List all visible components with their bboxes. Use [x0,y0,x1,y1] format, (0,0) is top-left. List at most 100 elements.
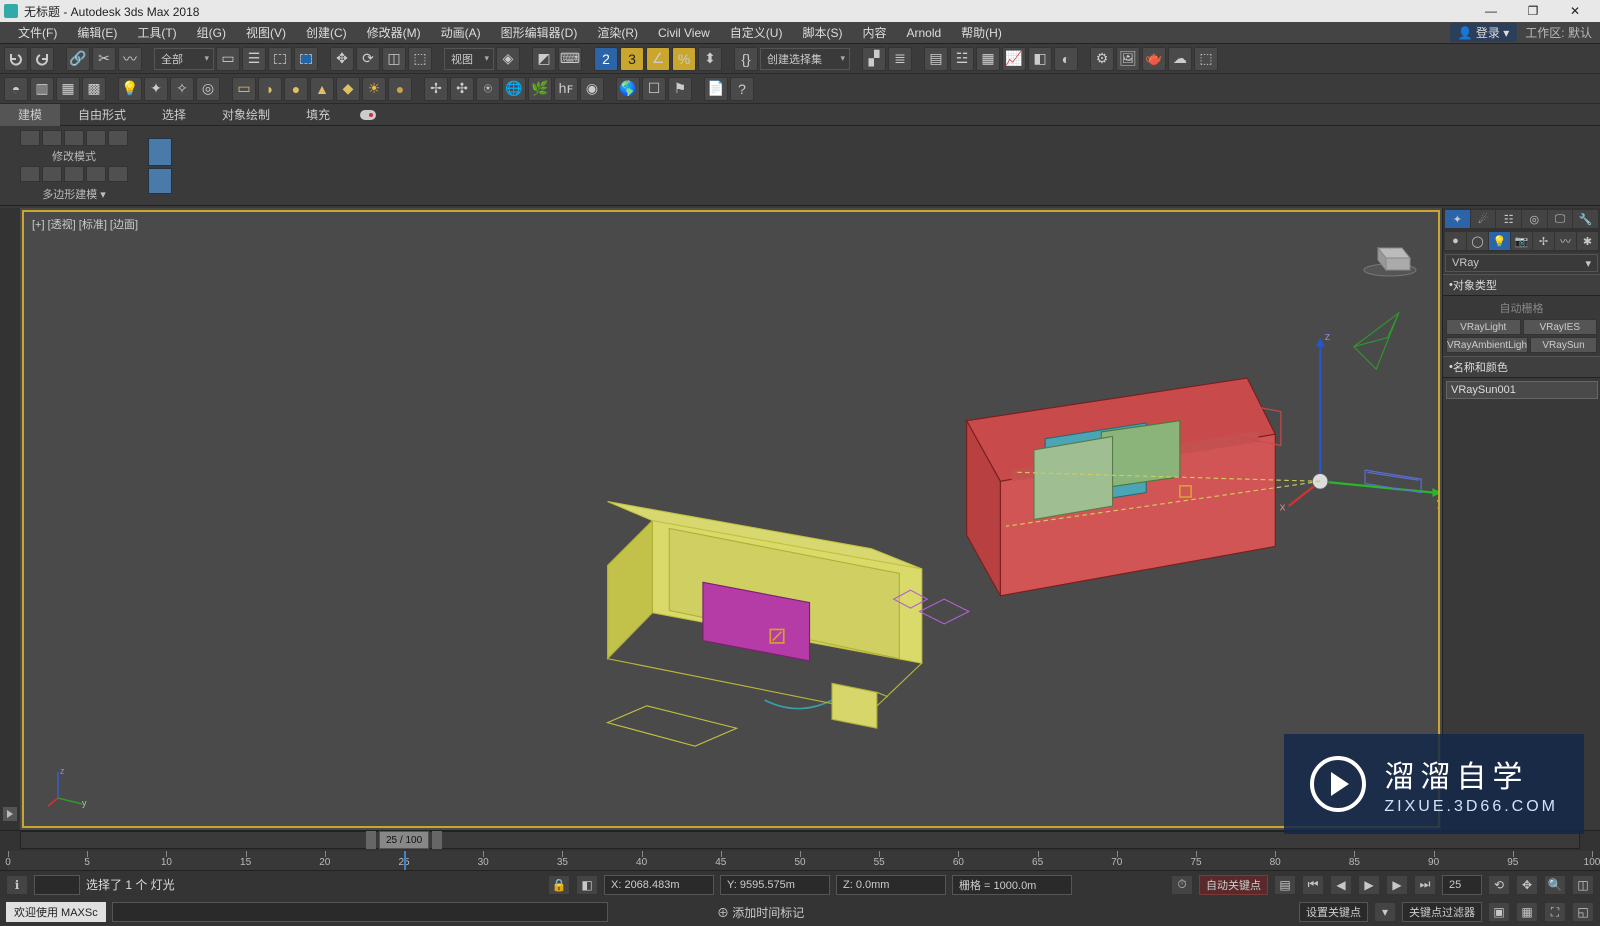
selection-filter-dropdown[interactable]: 全部 [154,48,214,70]
type-vraylight[interactable]: VRayLight [1446,319,1521,335]
cat-lights[interactable]: 💡 [1489,232,1510,250]
modify-tab[interactable]: ☄ [1471,210,1496,228]
spinner-snap-button[interactable]: ⬍ [698,47,722,71]
helper-a-icon[interactable]: ✢ [424,77,448,101]
window-crossing-button[interactable] [294,47,318,71]
menu-arnold[interactable]: Arnold [896,22,951,44]
hierarchy-tab[interactable]: ☷ [1496,210,1521,228]
nav-zoom-extents-icon[interactable]: ▣ [1488,902,1510,922]
key-filters-icon[interactable]: ▾ [1374,902,1396,922]
auto-grid-checkbox[interactable]: 自动栅格 [1446,299,1597,317]
move-button[interactable]: ✥ [330,47,354,71]
angle-snap-button[interactable]: ∠ [646,47,670,71]
vray-light-b-icon[interactable]: ▥ [30,77,54,101]
ribbon-panel-button-a[interactable] [148,138,172,166]
ribbon-tab-modeling[interactable]: 建模 [0,104,60,126]
lock-selection-icon[interactable]: 🔒 [548,875,570,895]
time-ruler[interactable]: 0510152025303540455055606570758085909510… [8,851,1592,871]
help-icon[interactable]: ? [730,77,754,101]
script-icon[interactable]: 📄 [704,77,728,101]
render-elem-icon[interactable]: ☐ [642,77,666,101]
unlink-button[interactable]: ✂ [92,47,116,71]
motion-tab[interactable]: ◎ [1522,210,1547,228]
minimize-button[interactable]: — [1470,0,1512,22]
globe-icon[interactable]: 🌐 [502,77,526,101]
menu-graph-editors[interactable]: 图形编辑器(D) [491,22,588,44]
vray-light-d-icon[interactable]: ▩ [82,77,106,101]
rollout-name-color[interactable]: • 名称和颜色 [1443,356,1600,378]
align-button[interactable]: ≣ [888,47,912,71]
nav-zoom-all-icon[interactable]: ▦ [1516,902,1538,922]
material-editor-button[interactable]: ◐ [1054,47,1078,71]
light-icon-3[interactable]: ✧ [170,77,194,101]
nav-zoom-icon[interactable]: 🔍 [1544,875,1566,895]
scale-button[interactable]: ◫ [382,47,406,71]
type-vrayies[interactable]: VRayIES [1523,319,1598,335]
named-selection-sets-dropdown[interactable]: 创建选择集 [760,48,850,70]
snap-3d-button[interactable]: 3 [620,47,644,71]
layer-explorer-button[interactable]: ☳ [950,47,974,71]
keyboard-shortcut-override-button[interactable]: ⌨ [558,47,582,71]
sun-icon[interactable]: ☀ [362,77,386,101]
ribbon-toggle-icon[interactable] [360,110,376,120]
rotate-button[interactable]: ⟳ [356,47,380,71]
utilities-tab[interactable]: 🔧 [1573,210,1598,228]
subcategory-dropdown[interactable]: VRay▾ [1445,254,1598,272]
ribbon-tab-object-paint[interactable]: 对象绘制 [204,104,288,126]
display-tab[interactable]: 🖵 [1548,210,1573,228]
key-filters-button[interactable]: 关键点过滤器 [1402,902,1482,922]
rollout-object-type[interactable]: • 对象类型 [1443,274,1600,296]
nav-field-of-view-icon[interactable]: ◫ [1572,875,1594,895]
create-tab[interactable]: ✦ [1445,210,1470,228]
menu-help[interactable]: 帮助(H) [951,22,1012,44]
undo-button[interactable] [4,47,28,71]
set-key-mode-icon[interactable]: ▤ [1274,875,1296,895]
isolate-selection-icon[interactable]: ◧ [576,875,598,895]
time-config-icon[interactable]: ⏱ [1171,875,1193,895]
ref-coord-dropdown[interactable]: 视图 [444,48,494,70]
prim-sphere3-icon[interactable]: ● [388,77,412,101]
helper-b-icon[interactable]: ✣ [450,77,474,101]
menu-file[interactable]: 文件(F) [8,22,67,44]
light-icon-2[interactable]: ✦ [144,77,168,101]
menu-views[interactable]: 视图(V) [236,22,296,44]
script-prompt[interactable] [34,875,80,895]
vray-light-a-icon[interactable]: ◓ [4,77,28,101]
coord-x[interactable]: X: 2068.483m [604,875,714,895]
prim-cone-icon[interactable]: ▲ [310,77,334,101]
schematic-view-button[interactable]: ◧ [1028,47,1052,71]
goto-start-icon[interactable]: ⏮ [1302,875,1324,895]
current-frame-field[interactable]: 25 [1442,875,1482,895]
render-flag-icon[interactable]: ⚑ [668,77,692,101]
ribbon-tab-selection[interactable]: 选择 [144,104,204,126]
nav-orbit-icon[interactable]: ⟲ [1488,875,1510,895]
workspace-selector[interactable]: 工作区: 默认 [1525,24,1592,41]
maximize-button[interactable]: ❐ [1512,0,1554,22]
select-object-button[interactable]: ▭ [216,47,240,71]
ribbon-panel-button-b[interactable] [148,168,172,194]
menu-civil-view[interactable]: Civil View [648,22,720,44]
select-by-name-button[interactable]: ☰ [242,47,266,71]
cat-helpers[interactable]: ✢ [1533,232,1554,250]
edit-named-selset-button[interactable]: {} [734,47,758,71]
placement-button[interactable]: ⬚ [408,47,432,71]
vray-light-c-icon[interactable]: ▦ [56,77,80,101]
earth-icon[interactable]: 🌎 [616,77,640,101]
add-time-tag[interactable]: ⊕ 添加时间标记 [717,904,804,921]
menu-tools[interactable]: 工具(T) [127,22,186,44]
layers-toggle-button[interactable]: ▤ [924,47,948,71]
perspective-viewport[interactable]: [+] [透视] [标准] [边面] [22,210,1440,828]
render-button[interactable]: 🫖 [1142,47,1166,71]
play-icon[interactable]: ▶ [1358,875,1380,895]
redo-button[interactable] [30,47,54,71]
menu-maxscript[interactable]: 脚本(S) [792,22,852,44]
time-slider-handle[interactable]: 25 / 100 [379,831,429,849]
menu-create[interactable]: 创建(C) [296,22,357,44]
cat-shapes[interactable]: ◯ [1467,232,1488,250]
set-key-button[interactable]: 设置关键点 [1299,902,1368,922]
menu-rendering[interactable]: 渲染(R) [587,22,648,44]
curve-editor-button[interactable]: 📈 [1002,47,1026,71]
link-button[interactable]: 🔗 [66,47,90,71]
use-pivot-center-button[interactable]: ◈ [496,47,520,71]
menu-group[interactable]: 组(G) [187,22,236,44]
